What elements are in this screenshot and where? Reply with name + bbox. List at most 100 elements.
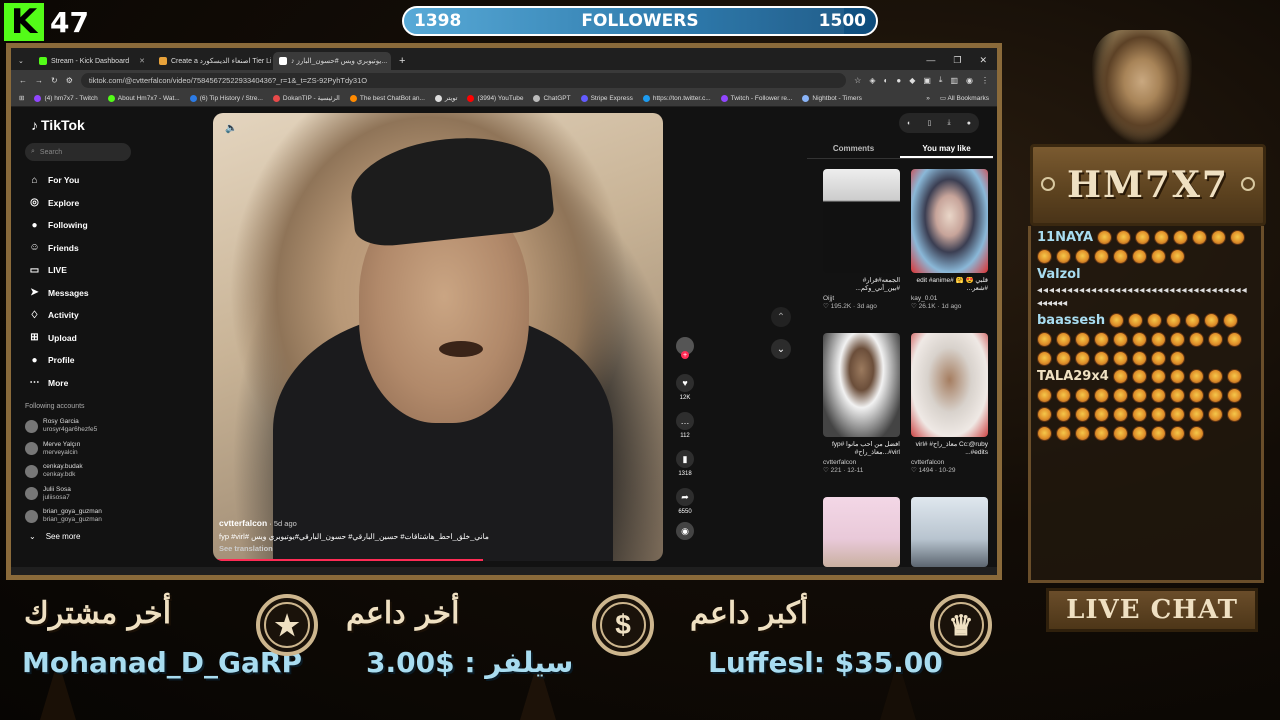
extension-shield-icon[interactable]: ◈: [869, 76, 875, 85]
bookmark-item[interactable]: ChatGPT: [533, 94, 571, 102]
volume-icon[interactable]: 🔈: [225, 123, 237, 134]
emote-icon: [1170, 407, 1185, 422]
following-account[interactable]: Rosy Garcia urosyr4gar6hezfe5: [25, 415, 197, 438]
menu-kebab-icon[interactable]: ⋮: [981, 76, 989, 85]
video-creator[interactable]: cvtterfalcon: [219, 518, 267, 528]
like-heart-icon[interactable]: ♥: [676, 374, 694, 392]
chat-username[interactable]: Valzol: [1037, 267, 1081, 282]
extension-icon[interactable]: ◐: [884, 76, 889, 85]
apps-grid-icon[interactable]: ⊞: [19, 94, 24, 102]
nav-item-profile[interactable]: ● Profile: [25, 349, 197, 372]
bookmark-icon[interactable]: ▮: [676, 450, 694, 468]
video-progress-bar[interactable]: [213, 559, 483, 561]
video-cap: [346, 128, 556, 250]
close-window-icon[interactable]: ✕: [979, 55, 987, 66]
nav-item-activity[interactable]: ♢ Activity: [25, 304, 197, 327]
bookmark-item[interactable]: DokanTIP - الرئيسية: [272, 94, 340, 102]
music-disc-icon[interactable]: ◉: [676, 522, 694, 540]
nav-item-explore[interactable]: ◎ Explore: [25, 192, 197, 215]
bookmark-item[interactable]: The best ChatBot an...: [349, 94, 425, 102]
comment-icon[interactable]: …: [676, 412, 694, 430]
see-translation-link[interactable]: See translation: [219, 543, 649, 555]
more-bookmarks-icon[interactable]: »: [926, 95, 930, 102]
kick-viewer-count: K 47: [0, 0, 100, 44]
download-icon[interactable]: ⤓: [939, 75, 943, 85]
bookmark-item[interactable]: (4) hm7x7 - Twitch: [34, 94, 98, 102]
chat-username[interactable]: TALA29x4: [1037, 369, 1109, 384]
suggested-video-card[interactable]: الجمعه#قرار# #بين_أني_وكم... Oijjt ♡ 195…: [823, 169, 900, 312]
emote-icon: [1113, 249, 1128, 264]
share-arrow-icon[interactable]: ➦: [676, 488, 694, 506]
browser-tab[interactable]: Stream - Kick Dashboard ✕: [33, 52, 151, 70]
stream-overlay: K 47 1398 FOLLOWERS 1500 ⌄ Stream - Kick…: [0, 0, 1280, 720]
bookmark-item[interactable]: (6) Tip History / Stre...: [189, 94, 263, 102]
suggested-video-card[interactable]: [823, 497, 900, 567]
browser-tab[interactable]: Create a اصنعاء الديسكورد Tier Li✕: [153, 52, 271, 70]
nav-item-friends[interactable]: ☺ Friends: [25, 237, 197, 260]
nav-item-live[interactable]: ▭ LIVE: [25, 259, 197, 282]
download-icon[interactable]: ⤓: [947, 119, 950, 127]
follow-plus-icon[interactable]: +: [681, 351, 689, 359]
emote-icon: [1094, 351, 1109, 366]
browser-tab-active[interactable]: ♪ يوتيوبري ويس #حسون_البارز...✕: [273, 52, 391, 70]
maximize-icon[interactable]: ❐: [953, 55, 961, 66]
suggested-video-card[interactable]: Cc:@ruby معاذ_راح# #virl #edits... cvtte…: [911, 333, 988, 476]
bookmark-label: (6) Tip History / Stre...: [199, 94, 263, 102]
back-icon[interactable]: ←: [19, 76, 27, 85]
extension-icon[interactable]: ◆: [909, 76, 915, 85]
search-input[interactable]: ⌕ Search: [25, 143, 131, 161]
following-account[interactable]: brian_goya_guzman brian_goya_guzman: [25, 505, 197, 528]
chat-username[interactable]: 11NAYA: [1037, 230, 1093, 245]
nav-item-following[interactable]: ● Following: [25, 214, 197, 237]
nav-label: LIVE: [48, 265, 67, 276]
chat-username[interactable]: baassesh: [1037, 313, 1105, 328]
reload-icon[interactable]: ↻: [51, 76, 58, 85]
following-account[interactable]: Merve Yalçın merveyalcin: [25, 438, 197, 461]
nav-item-for-you[interactable]: ⌂ For You: [25, 169, 197, 192]
suggested-video-card[interactable]: [911, 497, 988, 567]
bookmark-star-icon[interactable]: ☆: [854, 76, 861, 85]
suggested-video-card[interactable]: قلبي 😍 🤗 #edit #anime #شعر... kay_0.01 ♡…: [911, 169, 988, 312]
tiktok-logo[interactable]: ♪ TikTok: [31, 117, 197, 133]
all-bookmarks[interactable]: ▭ All Bookmarks: [940, 94, 989, 102]
device-icon[interactable]: ▯: [927, 119, 931, 127]
extension-icon[interactable]: ●: [896, 76, 901, 85]
nav-item-upload[interactable]: ⊞ Upload: [25, 327, 197, 350]
bookmark-item[interactable]: Stripe Express: [580, 94, 633, 102]
profile-avatar-icon[interactable]: ●: [967, 120, 971, 127]
bookmark-item[interactable]: About Hm7x7 - Wat...: [107, 94, 180, 102]
nav-item-more[interactable]: ⋯ More: [25, 372, 197, 395]
bookmark-item[interactable]: (3994) YouTube: [467, 94, 523, 102]
see-more-button[interactable]: ⌄ See more: [25, 532, 197, 541]
following-account[interactable]: cenkay.budak cenkay.bdk: [25, 460, 197, 483]
previous-video-button[interactable]: ⌃: [771, 307, 791, 327]
video-player[interactable]: 🔈 cvtterfalcon · 5d ago ماني_خلق_احط_هاش…: [213, 113, 663, 561]
streamer-anime-avatar: [1092, 30, 1192, 144]
close-tab-icon[interactable]: ✕: [139, 57, 145, 65]
new-tab-button[interactable]: +: [393, 52, 411, 70]
bookmark-item[interactable]: تويتر: [434, 94, 457, 102]
channel-name-sign: HM7X7: [1030, 144, 1266, 226]
tab-comments[interactable]: Comments: [807, 141, 900, 158]
tab-list-button[interactable]: ⌄: [15, 52, 31, 70]
theme-icon[interactable]: ◐: [907, 120, 911, 127]
bookmark-item[interactable]: https://ton.twitter.c...: [642, 94, 711, 102]
following-account[interactable]: Julii Sosa juliisosa7: [25, 483, 197, 506]
bookmark-item[interactable]: Twitch - Follower re...: [720, 94, 792, 102]
avatar: [25, 509, 38, 523]
url-bar[interactable]: tiktok.com/@cvtterfalcon/video/758456725…: [80, 72, 847, 88]
next-video-button[interactable]: ⌄: [771, 339, 791, 359]
split-view-icon[interactable]: ▥: [950, 76, 958, 85]
site-info-icon[interactable]: ⚙: [66, 76, 73, 85]
extensions-puzzle-icon[interactable]: ▣: [923, 76, 931, 85]
tab-you-may-like[interactable]: You may like: [900, 141, 993, 158]
suggested-video-card[interactable]: افضل من أحب مانوا #fyp #virl...معاذ_راح#…: [823, 333, 900, 476]
emote-icon: [1189, 388, 1204, 403]
bookmark-item[interactable]: Nightbot - Timers: [802, 94, 862, 102]
nav-item-messages[interactable]: ➤ Messages: [25, 282, 197, 305]
forward-icon[interactable]: →: [35, 76, 43, 85]
bookmark-favicon-icon: [34, 94, 42, 102]
profile-avatar-icon[interactable]: ◉: [966, 76, 973, 85]
search-icon: ⌕: [31, 148, 35, 155]
minimize-icon[interactable]: —: [926, 55, 935, 66]
